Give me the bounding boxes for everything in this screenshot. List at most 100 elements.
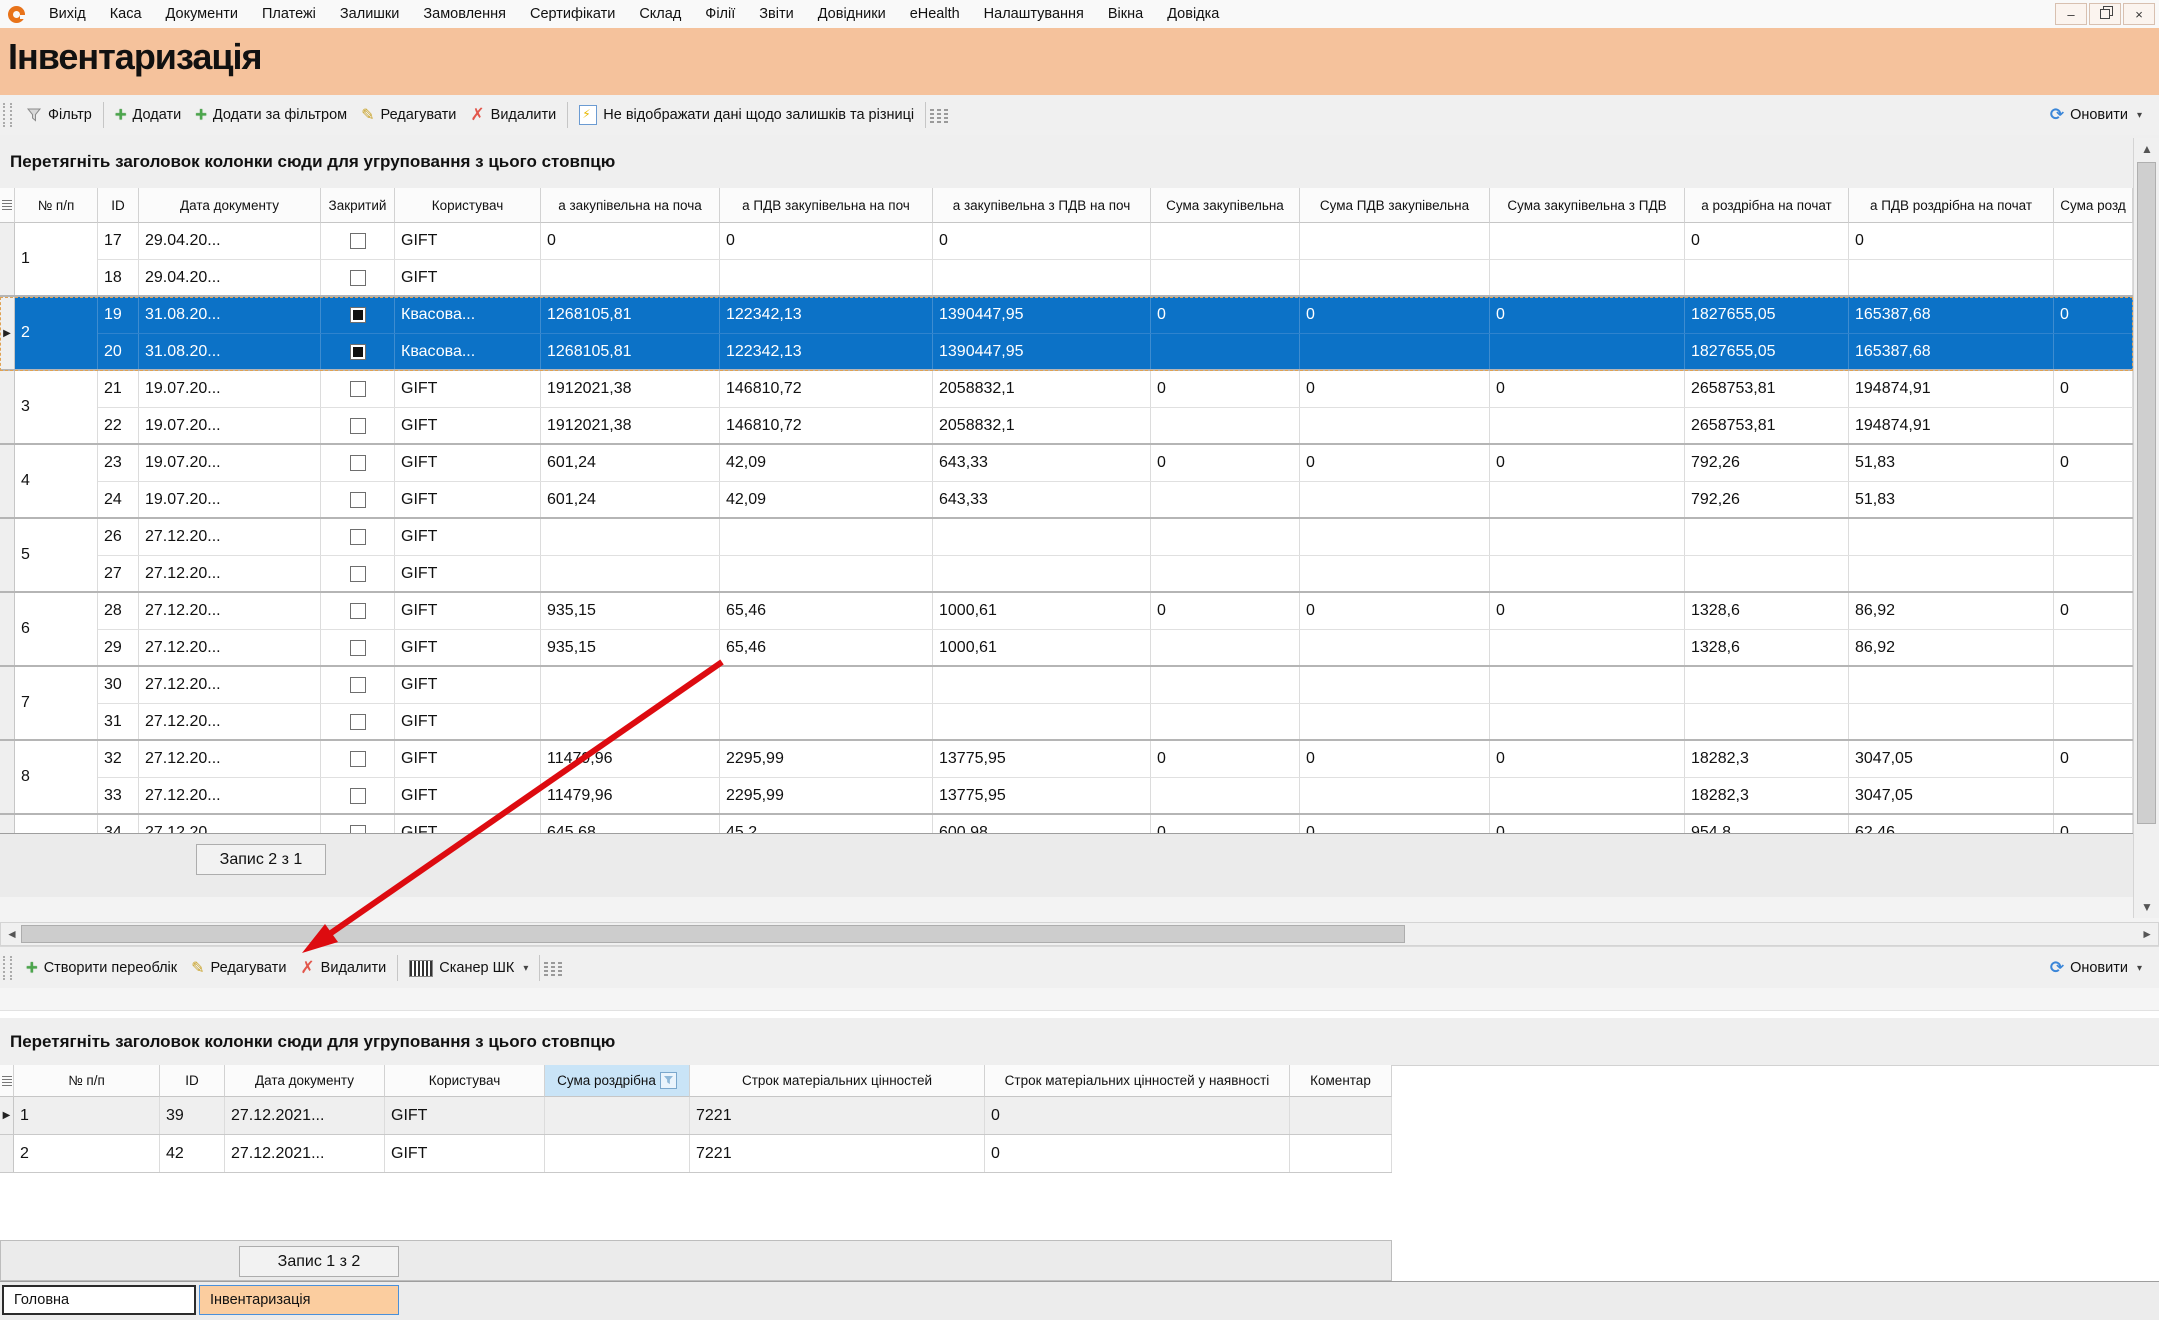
closed-checkbox[interactable] [350, 677, 366, 693]
column-header[interactable]: Закритий [321, 188, 395, 223]
column-header[interactable]: ID [98, 188, 139, 223]
barcode-scanner-button[interactable]: Сканер ШК ▾ [402, 953, 535, 983]
menu-item[interactable]: Довідка [1155, 0, 1231, 28]
recount-refresh-button[interactable]: ⟳ Оновити ▾ [2043, 953, 2149, 983]
table-row[interactable]: 2627.12.20...GIFT [98, 519, 2133, 555]
filter-button[interactable]: Фільтр [19, 100, 99, 130]
table-row[interactable]: 1729.04.20...GIFT00000 [98, 223, 2133, 259]
table-row[interactable]: 1829.04.20...GIFT [98, 259, 2133, 295]
column-header[interactable]: Дата документу [139, 188, 321, 223]
scroll-left-icon[interactable]: ◄ [6, 928, 18, 940]
table-row[interactable]: ▶13927.12.2021...GIFT72210 [0, 1097, 1392, 1135]
group-by-panel[interactable]: Перетягніть заголовок колонки сюди для у… [0, 135, 2159, 189]
closed-checkbox[interactable] [350, 381, 366, 397]
menu-item[interactable]: eHealth [898, 0, 972, 28]
column-filter-icon[interactable] [660, 1072, 677, 1089]
toolbar-drag-handle[interactable] [3, 956, 12, 980]
column-header[interactable]: Користувач [395, 188, 541, 223]
column-header[interactable]: Строк матеріальних цінностей [690, 1065, 985, 1097]
closed-checkbox[interactable] [350, 418, 366, 434]
menu-item[interactable]: Каса [98, 0, 154, 28]
column-header[interactable]: Сума закупівельна з ПДВ [1490, 188, 1685, 223]
menu-item[interactable]: Філії [693, 0, 747, 28]
add-button[interactable]: + Додати [108, 100, 188, 130]
vertical-scroll-thumb[interactable] [2137, 162, 2156, 824]
table-row[interactable]: 3027.12.20...GIFT [98, 667, 2133, 703]
column-header[interactable]: Сума роздрібна [545, 1065, 690, 1097]
column-header[interactable]: № п/п [15, 188, 98, 223]
table-row[interactable]: 3227.12.20...GIFT11479,962295,9913775,95… [98, 741, 2133, 777]
table-row[interactable]: 3427.12.20GIFT645,6845,2600,98000954,862… [98, 815, 2133, 833]
column-header[interactable]: Дата документу [225, 1065, 385, 1097]
table-row[interactable]: 2927.12.20...GIFT935,1565,461000,611328,… [98, 629, 2133, 665]
column-header[interactable]: а роздрібна на почат [1685, 188, 1849, 223]
closed-checkbox[interactable] [350, 307, 366, 323]
column-header[interactable]: Користувач [385, 1065, 545, 1097]
column-header[interactable]: Сума розд [2054, 188, 2133, 223]
recount-group-by-panel[interactable]: Перетягніть заголовок колонки сюди для у… [0, 1018, 2159, 1066]
scroll-down-icon[interactable]: ▼ [2141, 901, 2153, 913]
add-by-filter-button[interactable]: + Додати за фільтром [188, 100, 354, 130]
table-row[interactable]: 2727.12.20...GIFT [98, 555, 2133, 591]
minimize-button[interactable]: – [2055, 3, 2087, 25]
column-header[interactable]: Сума ПДВ закупівельна [1300, 188, 1490, 223]
menu-item[interactable]: Платежі [250, 0, 328, 28]
restore-button[interactable] [2089, 3, 2121, 25]
menu-item[interactable]: Вікна [1096, 0, 1155, 28]
table-row[interactable]: 2419.07.20...GIFT601,2442,09643,33792,26… [98, 481, 2133, 517]
closed-checkbox[interactable] [350, 714, 366, 730]
closed-checkbox[interactable] [350, 270, 366, 286]
horizontal-scroll-thumb[interactable] [21, 925, 1405, 943]
column-header[interactable]: а закупівельна з ПДВ на поч [933, 188, 1151, 223]
table-row[interactable]: 2219.07.20...GIFT1912021,38146810,722058… [98, 407, 2133, 443]
table-row[interactable]: 1931.08.20...Квасова...1268105,81122342,… [98, 297, 2133, 333]
menu-item[interactable]: Залишки [328, 0, 411, 28]
closed-checkbox[interactable] [350, 788, 366, 804]
column-header[interactable]: а ПДВ закупівельна на поч [720, 188, 933, 223]
table-row[interactable]: 2319.07.20...GIFT601,2442,09643,33000792… [98, 445, 2133, 481]
menu-item[interactable]: Довідники [806, 0, 898, 28]
table-row[interactable]: 3127.12.20...GIFT [98, 703, 2133, 739]
closed-checkbox[interactable] [350, 492, 366, 508]
closed-checkbox[interactable] [350, 529, 366, 545]
vertical-scrollbar[interactable]: ▲ ▼ [2133, 138, 2159, 918]
closed-checkbox[interactable] [350, 344, 366, 360]
closed-checkbox[interactable] [350, 603, 366, 619]
scroll-up-icon[interactable]: ▲ [2141, 143, 2153, 155]
menu-item[interactable]: Вихід [37, 0, 98, 28]
edit-button[interactable]: ✎ Редагувати [354, 100, 463, 130]
column-header[interactable]: а ПДВ роздрібна на почат [1849, 188, 2054, 223]
column-header[interactable]: № п/п [14, 1065, 160, 1097]
column-header[interactable]: ID [160, 1065, 225, 1097]
columns-icon[interactable] [930, 108, 948, 123]
recount-delete-button[interactable]: ✗ Видалити [293, 953, 393, 983]
menu-item[interactable]: Сертифікати [518, 0, 627, 28]
table-row[interactable]: 24227.12.2021...GIFT72210 [0, 1135, 1392, 1173]
hide-balances-toggle[interactable]: Не відображати дані щодо залишків та різ… [572, 100, 921, 130]
closed-checkbox[interactable] [350, 640, 366, 656]
column-header[interactable]: Строк матеріальних цінностей у наявності [985, 1065, 1290, 1097]
scroll-right-icon[interactable]: ► [2141, 928, 2153, 940]
column-header[interactable]: Коментар [1290, 1065, 1392, 1097]
closed-checkbox[interactable] [350, 455, 366, 471]
column-header[interactable]: Сума закупівельна [1151, 188, 1300, 223]
columns-icon[interactable] [544, 961, 562, 976]
horizontal-scrollbar[interactable]: ◄ ► [0, 922, 2159, 946]
closed-checkbox[interactable] [350, 751, 366, 767]
table-row[interactable]: 2119.07.20...GIFT1912021,38146810,722058… [98, 371, 2133, 407]
table-row[interactable]: 2827.12.20...GIFT935,1565,461000,6100013… [98, 593, 2133, 629]
menu-item[interactable]: Звіти [747, 0, 805, 28]
delete-button[interactable]: ✗ Видалити [463, 100, 563, 130]
toolbar-drag-handle[interactable] [3, 103, 12, 127]
refresh-button[interactable]: ⟳ Оновити ▾ [2043, 100, 2149, 130]
tab-holovna[interactable]: Головна [2, 1285, 196, 1315]
closed-checkbox[interactable] [350, 566, 366, 582]
menu-item[interactable]: Замовлення [411, 0, 518, 28]
menu-item[interactable]: Склад [627, 0, 693, 28]
recount-edit-button[interactable]: ✎ Редагувати [184, 953, 293, 983]
closed-checkbox[interactable] [350, 825, 366, 833]
menu-item[interactable]: Документи [154, 0, 250, 28]
table-row[interactable]: 2031.08.20...Квасова...1268105,81122342,… [98, 333, 2133, 369]
table-row[interactable]: 3327.12.20...GIFT11479,962295,9913775,95… [98, 777, 2133, 813]
close-button[interactable]: × [2123, 3, 2155, 25]
